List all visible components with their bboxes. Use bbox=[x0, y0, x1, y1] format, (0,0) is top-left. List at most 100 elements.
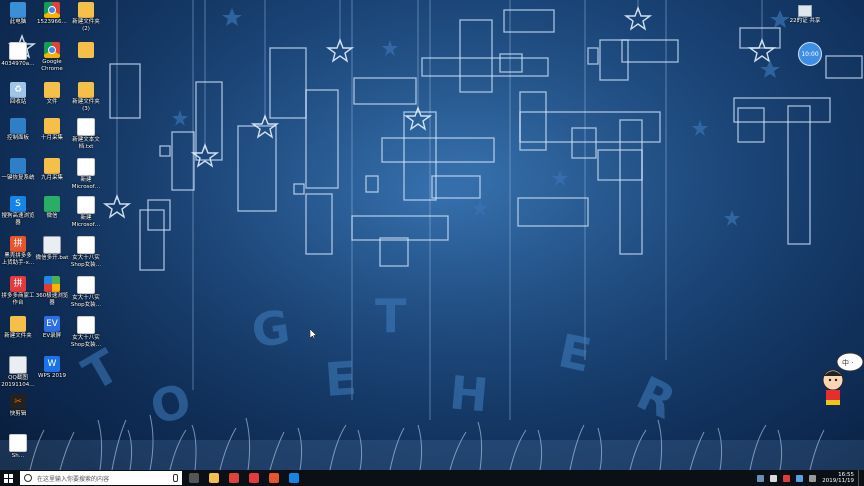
desktop-icon-restore-system[interactable]: 一键恢复系统 bbox=[1, 158, 35, 182]
windows-logo-icon bbox=[3, 473, 13, 483]
new-folder-icon bbox=[10, 316, 26, 332]
desktop-icon-shop-1[interactable]: 女大十八实 Shop女装… bbox=[69, 236, 103, 268]
desktop-icon-label: Sh… bbox=[11, 453, 25, 459]
top-right-label[interactable]: 22的证 共享 bbox=[786, 18, 824, 25]
sh-icon bbox=[9, 434, 27, 452]
desktop-icon-360-browser[interactable]: 360极速浏览 器 bbox=[35, 276, 69, 306]
tray-clock[interactable]: 16:55 2019/11/19 bbox=[822, 472, 854, 485]
desktop-icon-1523966[interactable]: 1523966… bbox=[35, 2, 69, 26]
files-icon bbox=[44, 82, 60, 98]
pdd-taskbar-button-2[interactable] bbox=[266, 470, 282, 486]
desktop-icon-label: 新建 Microsof… bbox=[71, 215, 101, 228]
desktop-icon-this-pc[interactable]: 此电脑 bbox=[1, 2, 35, 26]
desktop-icon-september[interactable]: 九月采集 bbox=[35, 158, 69, 182]
file-explorer-icon bbox=[209, 473, 219, 483]
desktop-icon-sh[interactable]: Sh… bbox=[1, 434, 35, 460]
tray-volume-icon[interactable] bbox=[796, 474, 804, 482]
desktop-icon-october[interactable]: 十月采集 bbox=[35, 118, 69, 142]
mascot-character[interactable]: 中 · bbox=[818, 350, 864, 410]
desktop-icon-kuaijianji[interactable]: ✂ 快剪辑 bbox=[1, 394, 35, 418]
desktop-icon-wechat-multi[interactable]: 微信多开.bat bbox=[35, 236, 69, 262]
desktop-icon-label: 一键恢复系统 bbox=[1, 175, 35, 181]
desktop-icon-label: EV录屏 bbox=[42, 333, 62, 339]
desktop-icon-label: 1523966… bbox=[37, 19, 67, 25]
new-folder-2-icon bbox=[78, 2, 94, 18]
task-view-icon bbox=[189, 473, 199, 483]
desktop-icon-label: 文件 bbox=[46, 99, 58, 105]
desktop-icon-label: 快剪辑 bbox=[9, 411, 27, 417]
desktop-icon-label: 女大十八实 Shop女装… bbox=[70, 335, 102, 348]
desktop-icon-4034970a[interactable]: 4034970a… bbox=[1, 42, 35, 68]
desktop-icon-label: 360极速浏览 器 bbox=[35, 293, 69, 306]
desktop-icon-new-folder-3[interactable]: 新建文件夹 (3) bbox=[69, 82, 103, 112]
desktop-icon-new-microsoft-2[interactable]: 新建 Microsof… bbox=[69, 196, 103, 228]
desktop-icon-files[interactable]: 文件 bbox=[35, 82, 69, 106]
desktop-icon-label: 九月采集 bbox=[40, 175, 63, 181]
tray-date: 2019/11/19 bbox=[822, 478, 854, 484]
wallpaper-letter-t2: T bbox=[375, 289, 407, 343]
desktop-icon-control-panel[interactable]: 控制面板 bbox=[1, 118, 35, 142]
desktop-icon-new-folder-2[interactable]: 新建文件夹 (2) bbox=[69, 2, 103, 32]
qq-screenshot-icon bbox=[9, 356, 27, 374]
desktop-icon-pdd-helper[interactable]: 拼黑壳拼多多 上货助手-x… bbox=[1, 236, 35, 266]
sogou-taskbar-icon bbox=[289, 473, 299, 483]
desktop-icon-label: 黑壳拼多多 上货助手-x… bbox=[1, 253, 35, 266]
desktop-icon-qq-screenshot[interactable]: QQ截图 20191104… bbox=[1, 356, 35, 388]
desktop-icon-label: 微信多开.bat bbox=[35, 255, 69, 261]
task-view-button[interactable] bbox=[186, 470, 202, 486]
start-button[interactable] bbox=[0, 470, 16, 486]
desktop-icon-label: WPS 2019 bbox=[38, 373, 66, 379]
chrome-taskbar-button[interactable] bbox=[226, 470, 242, 486]
desktop-icon-wechat[interactable]: 微信 bbox=[35, 196, 69, 220]
clock-widget[interactable]: 10:00 bbox=[798, 42, 822, 66]
desktop-icon-label: 十月采集 bbox=[40, 135, 63, 141]
search-icon bbox=[24, 474, 32, 482]
desktop-icon-sogou-browser[interactable]: S 搜狗高速浏览 器 bbox=[1, 196, 35, 226]
microphone-icon[interactable] bbox=[173, 474, 178, 482]
desktop-icon-label: 此电脑 bbox=[9, 19, 27, 25]
4034970a-icon bbox=[9, 42, 27, 60]
ev-recorder-icon: EV bbox=[44, 316, 60, 332]
new-folder-3-icon bbox=[78, 82, 94, 98]
wechat-icon bbox=[44, 196, 60, 212]
desktop-icon-label: 新建 Microsof… bbox=[71, 177, 101, 190]
google-chrome-icon bbox=[44, 42, 60, 58]
taskbar: 在这里输入你要搜索的内容 16:55 2019/11/19 bbox=[0, 470, 864, 486]
pdd-taskbar-button-1[interactable] bbox=[246, 470, 262, 486]
new-text-doc-icon bbox=[77, 118, 95, 136]
desktop-icon-google-chrome[interactable]: Google Chrome bbox=[35, 42, 69, 72]
taskbar-search-box[interactable]: 在这里输入你要搜索的内容 bbox=[20, 471, 182, 485]
wechat-multi-icon bbox=[43, 236, 61, 254]
desktop-icon-wps[interactable]: W WPS 2019 bbox=[35, 356, 69, 380]
folder-blank-icon bbox=[78, 42, 94, 58]
desktop-icon-shop-2[interactable]: 女大十八实 Shop女装… bbox=[69, 276, 103, 308]
desktop-icon-label: 回收站 bbox=[9, 99, 27, 105]
desktop-icon-new-text-doc[interactable]: 新建文本文 档.txt bbox=[69, 118, 103, 150]
show-desktop-button[interactable] bbox=[858, 470, 862, 486]
top-right-file-icon[interactable] bbox=[798, 5, 812, 17]
desktop-icon-label: 拼多多商家工 作台 bbox=[1, 293, 35, 306]
desktop-icon-new-microsoft-1[interactable]: 新建 Microsof… bbox=[69, 158, 103, 190]
desktop-icon-label: 女大十八实 Shop女装… bbox=[70, 255, 102, 268]
desktop-icon-label: 控制面板 bbox=[6, 135, 29, 141]
tray-input-icon[interactable] bbox=[809, 474, 817, 482]
desktop-icon-shop-3[interactable]: 女大十八实 Shop女装… bbox=[69, 316, 103, 348]
file-explorer-button[interactable] bbox=[206, 470, 222, 486]
desktop: T O G E T H E R 此电脑 1523966… 新建文件夹 (2) 4034… bbox=[0, 0, 864, 486]
desktop-icon-label: 女大十八实 Shop女装… bbox=[70, 295, 102, 308]
desktop-icon-label: 4034970a… bbox=[1, 61, 35, 67]
pdd-merchant-icon: 拼 bbox=[10, 276, 26, 292]
system-tray: 16:55 2019/11/19 bbox=[751, 470, 864, 486]
pdd-taskbar-icon-1 bbox=[249, 473, 259, 483]
desktop-icon-new-folder[interactable]: 新建文件夹 bbox=[1, 316, 35, 340]
tray-network-icon[interactable] bbox=[770, 474, 778, 482]
desktop-icon-pdd-merchant[interactable]: 拼拼多多商家工 作台 bbox=[1, 276, 35, 306]
tray-shield-icon[interactable] bbox=[783, 474, 791, 482]
desktop-icon-folder-blank[interactable] bbox=[69, 42, 103, 59]
sogou-taskbar-button[interactable] bbox=[286, 470, 302, 486]
new-microsoft-2-icon bbox=[77, 196, 95, 214]
desktop-icon-recycle-bin[interactable]: ♻ 回收站 bbox=[1, 82, 35, 106]
shop-2-icon bbox=[77, 276, 95, 294]
desktop-icon-ev-recorder[interactable]: EV EV录屏 bbox=[35, 316, 69, 340]
tray-app-icon[interactable] bbox=[757, 474, 765, 482]
